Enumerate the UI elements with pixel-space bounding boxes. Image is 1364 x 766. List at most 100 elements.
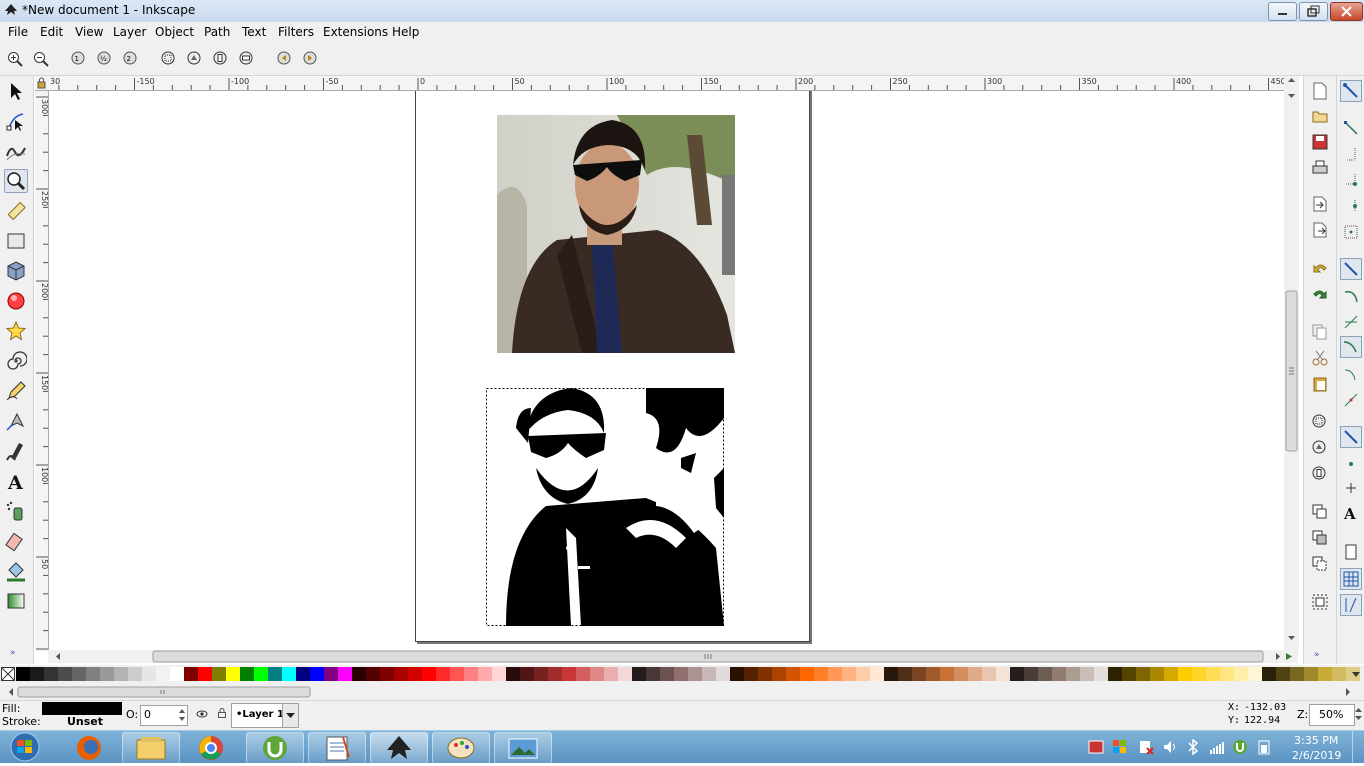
palette-swatch[interactable] [590,667,604,681]
palette-swatch[interactable] [1304,667,1318,681]
wifi-signal-icon[interactable] [1209,739,1225,755]
snap-guide-icon[interactable] [1340,594,1362,616]
snap-line-midpoints-icon[interactable] [1343,392,1359,408]
battery-icon[interactable] [1256,739,1272,755]
volume-icon[interactable] [1162,739,1178,755]
bluetooth-icon[interactable] [1186,739,1200,755]
zoom-1to2-icon[interactable]: ½ [97,51,113,67]
snap-cusp-nodes-icon[interactable] [1340,336,1362,358]
palette-swatch[interactable] [1136,667,1150,681]
snap-nodes-icon[interactable] [1340,258,1362,280]
snap-paths-icon[interactable] [1343,288,1359,304]
taskbar-photo-viewer[interactable] [494,732,552,764]
snap-intersection-icon[interactable] [1343,314,1359,330]
palette-swatch[interactable] [16,667,30,681]
palette-swatch[interactable] [114,667,128,681]
print-icon[interactable] [1312,160,1328,176]
menu-path[interactable]: Path [204,25,230,39]
palette-swatch[interactable] [282,667,296,681]
palette-swatch[interactable] [506,667,520,681]
show-desktop-button[interactable] [1352,731,1364,763]
menu-object[interactable]: Object [155,25,194,39]
fill-indicator[interactable] [42,702,122,715]
new-document-icon[interactable] [1312,82,1328,100]
snap-grid-icon[interactable] [1340,568,1362,590]
text-tool-icon[interactable]: A [5,470,27,492]
palette-swatch[interactable] [58,667,72,681]
palette-swatch[interactable] [1150,667,1164,681]
palette-swatch[interactable] [268,667,282,681]
palette-swatch[interactable] [1206,667,1220,681]
palette-swatch[interactable] [688,667,702,681]
zoom-page-icon[interactable] [213,51,229,67]
eraser-tool-icon[interactable] [5,530,27,552]
cut-icon[interactable] [1312,350,1328,366]
scroll-down-icon[interactable] [1288,636,1295,640]
snap-bbox-edge-icon[interactable] [1343,146,1359,162]
palette-swatch[interactable] [814,667,828,681]
redo-icon[interactable] [1312,286,1328,302]
measure-tool-icon[interactable] [5,200,27,222]
rectangle-tool-icon[interactable] [5,230,27,252]
undo-icon[interactable] [1312,260,1328,276]
palette-swatch[interactable] [898,667,912,681]
export-icon[interactable] [1312,222,1328,238]
palette-swatch[interactable] [520,667,534,681]
palette-swatch[interactable] [408,667,422,681]
palette-swatch[interactable] [184,667,198,681]
opacity-spinbox[interactable]: 0 [140,705,188,726]
taskbar-windows-explorer[interactable] [122,732,180,764]
palette-scrollbar[interactable] [0,684,1364,700]
palette-swatch[interactable] [828,667,842,681]
zoom-value[interactable]: 50% [1319,708,1343,721]
taskbar-notepad[interactable] [308,732,366,764]
menu-extensions[interactable]: Extensions [323,25,388,39]
taskbar-chrome[interactable] [182,732,240,764]
palette-swatch[interactable] [1262,667,1276,681]
clone-icon[interactable] [1312,530,1328,546]
palette-swatch[interactable] [1290,667,1304,681]
spray-tool-icon[interactable] [5,500,27,522]
palette-swatch[interactable] [1192,667,1206,681]
palette-swatch[interactable] [660,667,674,681]
palette-swatch[interactable] [1122,667,1136,681]
zoom-drawing-cmd-icon[interactable] [1312,440,1328,456]
scroll-right-page-icon[interactable] [1286,653,1292,660]
palette-swatch[interactable] [1108,667,1122,681]
palette-swatch[interactable] [1318,667,1332,681]
menu-layer[interactable]: Layer [113,25,146,39]
zoom-2to1-icon[interactable]: 2 [123,51,139,67]
copy-icon[interactable] [1312,324,1328,340]
zoom-selection-cmd-icon[interactable] [1312,414,1328,430]
zoom-drawing-icon[interactable] [187,51,203,67]
paste-icon[interactable] [1312,376,1328,392]
snap-others-icon[interactable] [1340,426,1362,448]
open-icon[interactable] [1312,108,1328,124]
start-button-icon[interactable] [5,731,45,763]
palette-swatch[interactable] [842,667,856,681]
opacity-value[interactable]: 0 [144,708,151,721]
palette-swatch[interactable] [968,667,982,681]
palette-swatch[interactable] [450,667,464,681]
vertical-ruler[interactable]: 300250200150100500 [35,91,49,656]
palette-swatch[interactable] [436,667,450,681]
palette-swatch[interactable] [1234,667,1248,681]
palette-swatch[interactable] [982,667,996,681]
menu-help[interactable]: Help [392,25,419,39]
snap-object-midpoints-icon[interactable] [1343,456,1359,472]
commands-more-icon[interactable]: » [1314,648,1326,658]
zoom-previous-icon[interactable] [277,51,293,67]
menu-edit[interactable]: Edit [40,25,63,39]
palette-swatch[interactable] [464,667,478,681]
gradient-tool-icon[interactable] [5,590,27,612]
tray-action-center-icon[interactable] [1138,739,1154,755]
toolbox-more-icon[interactable]: » [10,646,22,656]
palette-swatch[interactable] [1080,667,1094,681]
palette-swatch[interactable] [478,667,492,681]
unlink-clone-icon[interactable] [1312,556,1328,572]
palette-swatch[interactable] [674,667,688,681]
palette-swatch[interactable] [912,667,926,681]
save-icon[interactable] [1312,134,1328,150]
no-paint-icon[interactable] [1,667,15,681]
palette-swatch[interactable] [100,667,114,681]
